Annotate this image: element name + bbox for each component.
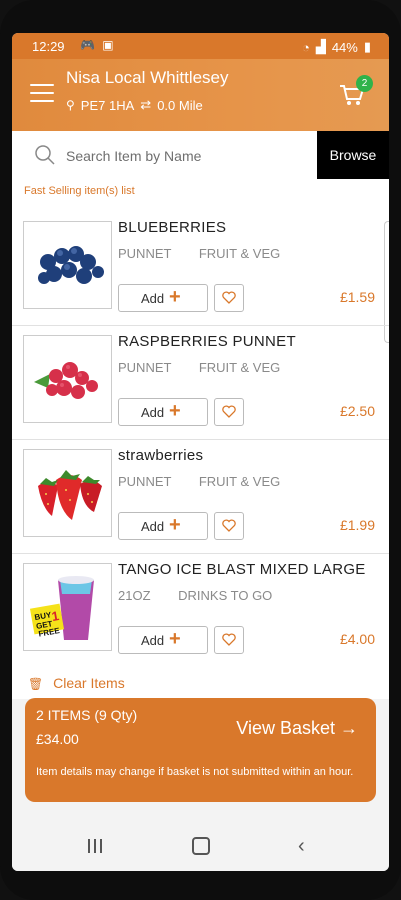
browse-button[interactable]: Browse: [317, 131, 389, 179]
clear-items-button[interactable]: 🗑 Clear Items: [28, 675, 125, 691]
signal-icon: ▟: [315, 39, 326, 54]
wifi-icon: ◔: [301, 39, 310, 55]
heart-icon: [222, 519, 236, 532]
basket-items-count: 2 ITEMS (9 Qty): [36, 707, 138, 723]
item-price: £1.99: [339, 517, 375, 533]
blueberries-image: [23, 221, 112, 309]
item-meta: 21OZ DRINKS TO GO: [118, 588, 272, 603]
basket-total: £34.00: [36, 731, 79, 747]
add-button[interactable]: Add +: [118, 398, 208, 426]
menu-icon[interactable]: [30, 84, 54, 104]
add-label: Add: [141, 633, 165, 648]
add-label: Add: [141, 291, 165, 306]
item-meta: PUNNET FRUIT & VEG: [118, 474, 280, 489]
battery-level: 44%: [331, 39, 358, 55]
search-icon: [35, 145, 55, 165]
favorite-button[interactable]: [214, 284, 244, 312]
status-time: 12:29: [32, 39, 65, 54]
arrow-right-icon: →: [340, 718, 358, 738]
list-item[interactable]: BLUEBERRIES PUNNET FRUIT & VEG Add + £1.…: [12, 211, 389, 326]
phone-frame: 12:29 🎮 ▣ ◔ ▟ 44% ▮ Nisa Local Whittlese…: [0, 0, 401, 900]
distance-arrows-icon: ⇄: [140, 97, 152, 112]
item-meta: PUNNET FRUIT & VEG: [118, 360, 280, 375]
item-name: BLUEBERRIES: [118, 219, 227, 236]
cart-button[interactable]: 2: [339, 75, 373, 109]
item-category: FRUIT & VEG: [198, 474, 281, 489]
clear-items-label: Clear Items: [53, 675, 125, 691]
add-label: Add: [141, 405, 165, 420]
item-category: DRINKS TO GO: [178, 588, 273, 603]
plus-icon: +: [169, 514, 181, 536]
add-button[interactable]: Add +: [118, 626, 208, 654]
tango-ice-blast-image: BUY GET 1 FREE: [23, 563, 112, 651]
store-name: Nisa Local Whittlesey: [66, 68, 229, 87]
trash-icon: 🗑: [28, 677, 44, 691]
postcode: PE7 1HA: [80, 97, 135, 113]
item-price: £2.50: [339, 403, 375, 419]
status-right: ◔ ▟ 44% ▮: [302, 39, 371, 55]
item-unit: PUNNET: [118, 246, 172, 261]
plus-icon: +: [169, 286, 181, 308]
item-unit: PUNNET: [118, 474, 172, 489]
item-meta: PUNNET FRUIT & VEG: [118, 246, 280, 261]
item-category: FRUIT & VEG: [198, 246, 281, 261]
item-unit: 21OZ: [118, 588, 151, 603]
add-button[interactable]: Add +: [118, 512, 208, 540]
section-title: Fast Selling item(s) list: [24, 185, 135, 197]
strawberries-image: [23, 449, 112, 537]
search-bar: Browse: [12, 131, 389, 179]
basket-notice: Item details may change if basket is not…: [36, 766, 354, 778]
list-item[interactable]: BUY GET 1 FREE TANGO ICE BLAST MIXED LAR…: [12, 553, 389, 667]
recents-icon[interactable]: [88, 839, 102, 853]
heart-icon: [222, 291, 236, 304]
home-icon[interactable]: [192, 837, 210, 855]
app-screen: 12:29 🎮 ▣ ◔ ▟ 44% ▮ Nisa Local Whittlese…: [12, 33, 389, 871]
search-input[interactable]: [64, 141, 316, 171]
location-pin-icon: ⚲: [66, 98, 75, 112]
app-header: Nisa Local Whittlesey ⚲ PE7 1HA ⇄ 0.0 Mi…: [12, 59, 389, 131]
item-name: strawberries: [118, 447, 204, 464]
distance: 0.0 Mile: [157, 97, 203, 113]
list-item[interactable]: strawberries PUNNET FRUIT & VEG Add + £1…: [12, 439, 389, 554]
item-price: £4.00: [339, 631, 375, 647]
cart-count-badge: 2: [356, 75, 373, 92]
status-bar: 12:29 🎮 ▣ ◔ ▟ 44% ▮: [12, 33, 389, 59]
heart-icon: [222, 405, 236, 418]
raspberries-image: [23, 335, 112, 423]
product-list[interactable]: Fast Selling item(s) list BLUEBERRIES PU…: [12, 179, 389, 699]
add-label: Add: [141, 519, 165, 534]
heart-icon: [222, 633, 236, 646]
location-row[interactable]: ⚲ PE7 1HA ⇄ 0.0 Mile: [66, 97, 203, 113]
item-category: FRUIT & VEG: [198, 360, 281, 375]
basket-summary[interactable]: 2 ITEMS (9 Qty) £34.00 View Basket → Ite…: [25, 698, 376, 802]
system-nav-bar: ‹: [12, 821, 389, 871]
plus-icon: +: [169, 400, 181, 422]
back-icon[interactable]: ‹: [298, 835, 305, 858]
view-basket-label: View Basket: [236, 718, 335, 738]
item-price: £1.59: [339, 289, 375, 305]
list-item[interactable]: RASPBERRIES PUNNET PUNNET FRUIT & VEG Ad…: [12, 325, 389, 440]
battery-icon: ▮: [363, 39, 371, 54]
item-name: TANGO ICE BLAST MIXED LARGE: [118, 561, 366, 578]
favorite-button[interactable]: [214, 626, 244, 654]
item-name: RASPBERRIES PUNNET: [118, 333, 296, 350]
notification-icons: 🎮 ▣: [80, 38, 116, 52]
plus-icon: +: [169, 628, 181, 650]
favorite-button[interactable]: [214, 398, 244, 426]
item-unit: PUNNET: [118, 360, 172, 375]
add-button[interactable]: Add +: [118, 284, 208, 312]
view-basket-button[interactable]: View Basket →: [236, 718, 358, 739]
favorite-button[interactable]: [214, 512, 244, 540]
